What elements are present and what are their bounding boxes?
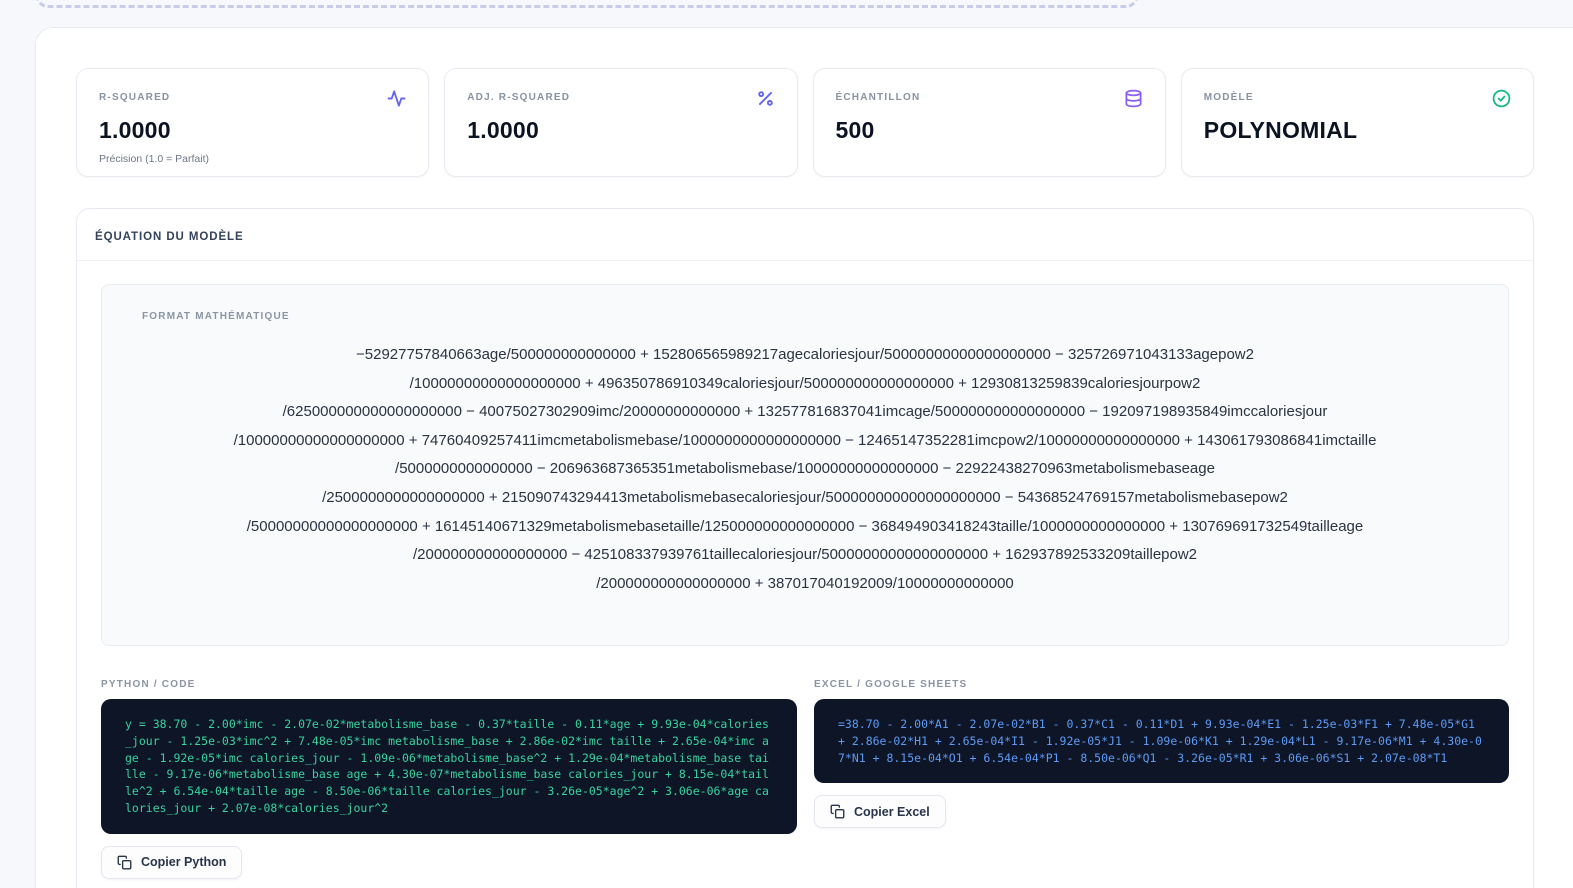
database-icon [1124,89,1143,108]
copy-excel-button[interactable]: Copier Excel [814,795,946,828]
equation-section: ÉQUATION DU MODÈLE FORMAT MATHÉMATIQUE −… [76,208,1534,888]
model-equation-text: −52927757840663age/500000000000000 + 152… [142,341,1468,598]
stat-value: 1.0000 [467,117,774,144]
math-format-box: FORMAT MATHÉMATIQUE −52927757840663age/5… [101,284,1509,646]
stat-card-r-squared: R-SQUARED 1.0000 Précision (1.0 = Parfai… [76,68,429,177]
activity-icon [387,89,406,108]
code-columns: PYTHON / CODE y = 38.70 - 2.00*imc - 2.0… [101,679,1509,879]
python-code-block: y = 38.70 - 2.00*imc - 2.07e-02*metaboli… [101,699,797,834]
copy-icon [830,804,845,819]
copy-python-label: Copier Python [141,855,226,869]
percent-icon [756,89,775,108]
check-circle-icon [1492,89,1511,108]
stat-card-model-type: MODÈLE POLYNOMIAL [1181,68,1534,177]
results-content: R-SQUARED 1.0000 Précision (1.0 = Parfai… [76,68,1534,888]
results-panel: R-SQUARED 1.0000 Précision (1.0 = Parfai… [35,27,1573,888]
python-code-column: PYTHON / CODE y = 38.70 - 2.00*imc - 2.0… [101,679,797,879]
stat-card-row: R-SQUARED 1.0000 Précision (1.0 = Parfai… [76,68,1534,177]
stat-label: MODÈLE [1204,89,1254,103]
stat-label: R-SQUARED [99,89,170,103]
excel-code-block: =38.70 - 2.00*A1 - 2.07e-02*B1 - 0.37*C1… [814,699,1509,783]
copy-excel-label: Copier Excel [854,805,930,819]
math-format-label: FORMAT MATHÉMATIQUE [142,311,1468,322]
stat-label: ÉCHANTILLON [836,89,921,103]
equation-section-header: ÉQUATION DU MODÈLE [77,209,1533,261]
stat-value: 1.0000 [99,117,406,144]
copy-icon [117,855,132,870]
excel-code-column: EXCEL / GOOGLE SHEETS =38.70 - 2.00*A1 -… [814,679,1509,828]
copy-python-button[interactable]: Copier Python [101,846,242,879]
dropzone-dashed-outline [36,0,1138,8]
stat-card-adj-r-squared: ADJ. R-SQUARED 1.0000 [444,68,797,177]
stat-subtext: Précision (1.0 = Parfait) [99,153,406,165]
stat-value: 500 [836,117,1143,144]
stat-card-sample-size: ÉCHANTILLON 500 [813,68,1166,177]
excel-code-label: EXCEL / GOOGLE SHEETS [814,679,1509,690]
equation-section-body: FORMAT MATHÉMATIQUE −52927757840663age/5… [77,261,1533,879]
stat-value: POLYNOMIAL [1204,117,1511,144]
equation-section-title: ÉQUATION DU MODÈLE [95,231,244,243]
stat-label: ADJ. R-SQUARED [467,89,570,103]
python-code-label: PYTHON / CODE [101,679,797,690]
